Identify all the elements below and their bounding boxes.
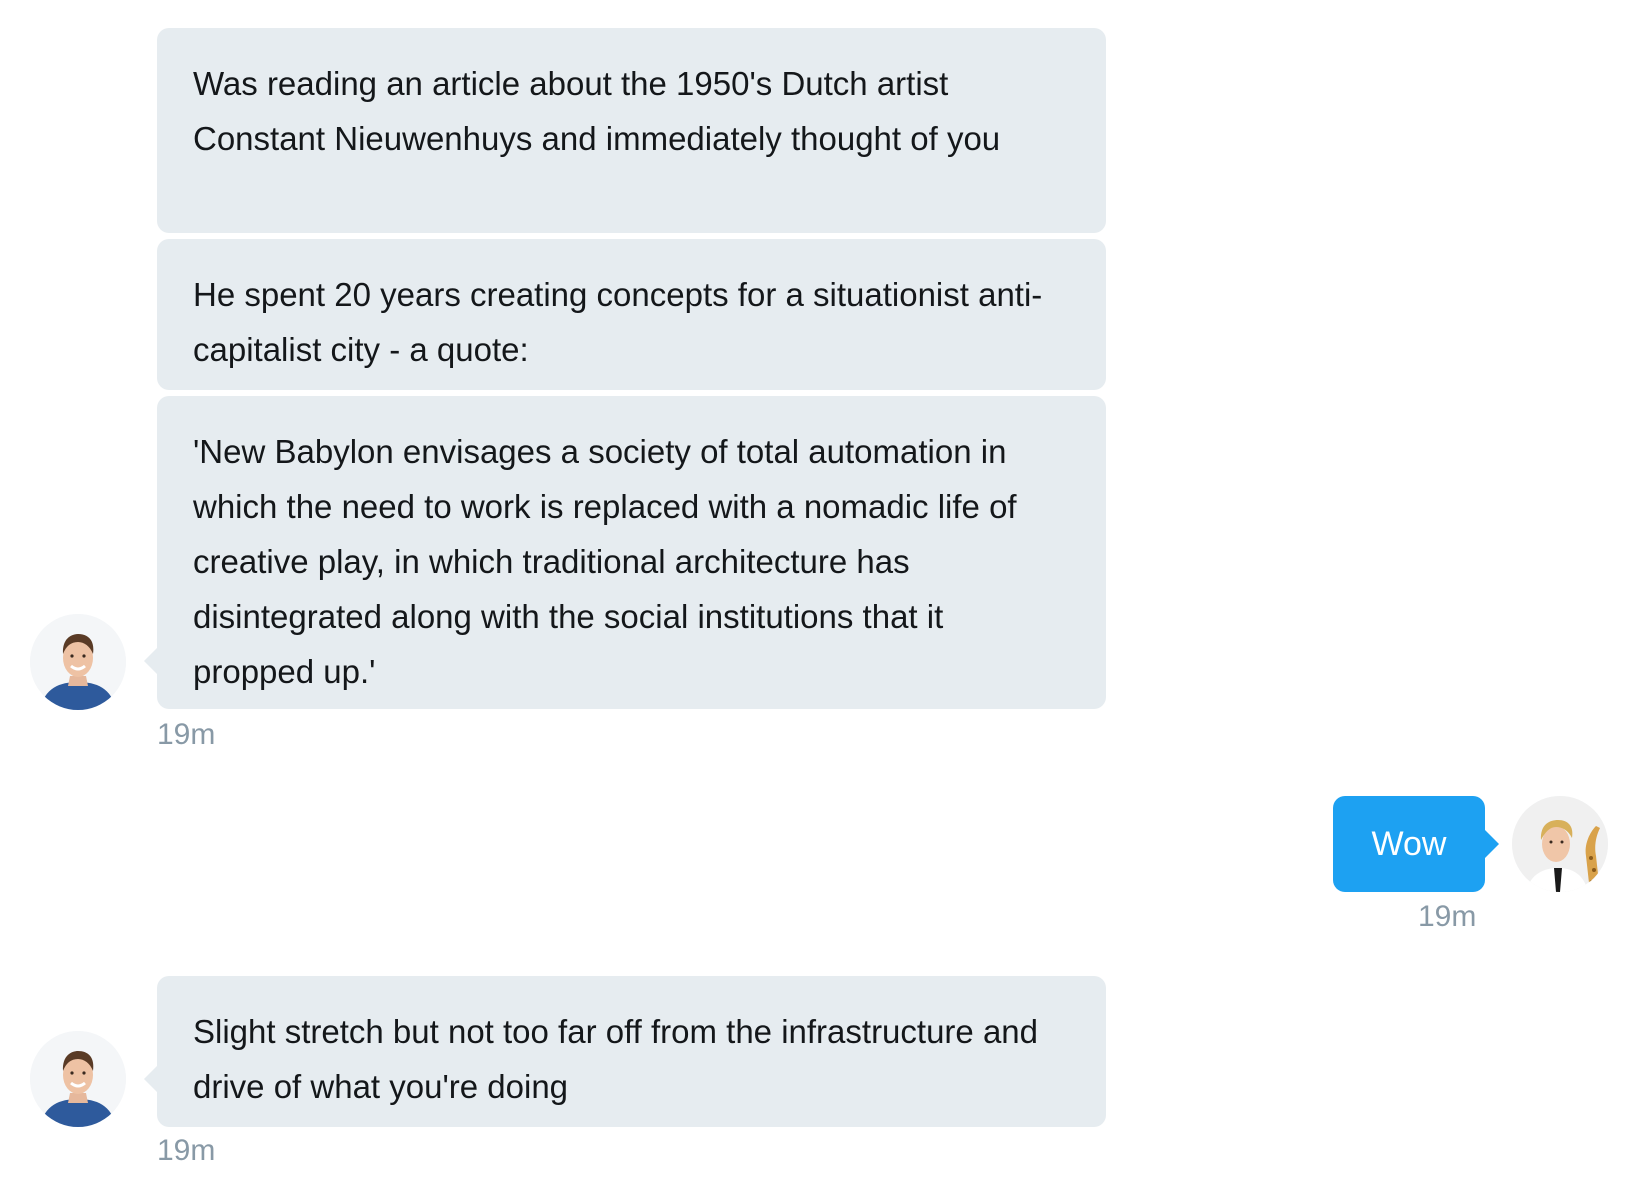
received-message-bubble[interactable]: Slight stretch but not too far off from … — [144, 976, 1106, 1127]
message-timestamp: 19m — [157, 718, 216, 751]
my-avatar[interactable] — [1512, 796, 1608, 892]
avatar-man-blue-sweater-icon — [30, 614, 126, 710]
sent-message-bubble[interactable]: Wow — [1333, 796, 1499, 892]
avatar-man-blue-sweater-icon — [30, 1031, 126, 1127]
received-message-bubble[interactable]: Was reading an article about the 1950's … — [157, 28, 1106, 233]
received-message-bubble[interactable]: He spent 20 years creating concepts for … — [157, 239, 1106, 390]
avatar-man-tie-giraffe-icon — [1512, 796, 1608, 892]
message-timestamp: 19m — [1418, 900, 1477, 933]
received-message-bubble[interactable]: 'New Babylon envisages a society of tota… — [144, 396, 1106, 709]
sender-avatar[interactable] — [30, 614, 126, 710]
sender-avatar[interactable] — [30, 1031, 126, 1127]
message-thread: Was reading an article about the 1950's … — [0, 0, 1642, 1180]
message-timestamp: 19m — [157, 1134, 216, 1167]
